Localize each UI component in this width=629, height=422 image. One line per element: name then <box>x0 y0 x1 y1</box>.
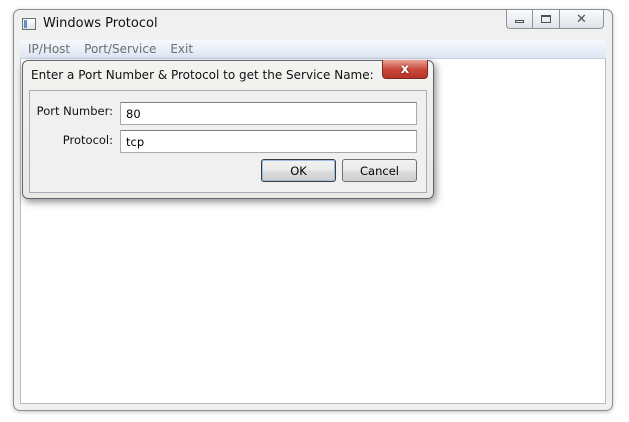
maximize-icon <box>541 15 551 23</box>
protocol-label: Protocol: <box>62 133 113 147</box>
maximize-button[interactable] <box>533 10 560 29</box>
menu-item-exit[interactable]: Exit <box>163 40 200 58</box>
port-service-dialog: Enter a Port Number & Protocol to get th… <box>22 60 434 199</box>
dialog-close-button[interactable]: x <box>382 60 428 79</box>
ok-button[interactable]: OK <box>261 159 336 182</box>
cancel-button[interactable]: Cancel <box>342 159 417 182</box>
close-icon: x <box>400 61 410 77</box>
menu-item-ip-host[interactable]: IP/Host <box>21 40 77 58</box>
window-titlebar[interactable]: Windows Protocol ✕ <box>14 10 612 40</box>
menu-item-port-service[interactable]: Port/Service <box>77 40 163 58</box>
protocol-input[interactable] <box>120 130 417 153</box>
window-title: Windows Protocol <box>43 16 158 31</box>
port-number-input[interactable] <box>120 102 417 125</box>
caption-buttons: ✕ <box>506 10 604 29</box>
minimize-icon <box>515 20 524 23</box>
port-number-label: Port Number: <box>36 104 113 118</box>
dialog-title: Enter a Port Number & Protocol to get th… <box>31 68 374 82</box>
close-button[interactable]: ✕ <box>560 10 604 29</box>
close-icon: ✕ <box>576 11 587 27</box>
dialog-body: Port Number: Protocol: OK Cancel <box>29 90 427 193</box>
minimize-button[interactable] <box>506 10 533 29</box>
app-window-icon <box>22 18 36 30</box>
menubar: IP/Host Port/Service Exit <box>20 40 606 59</box>
